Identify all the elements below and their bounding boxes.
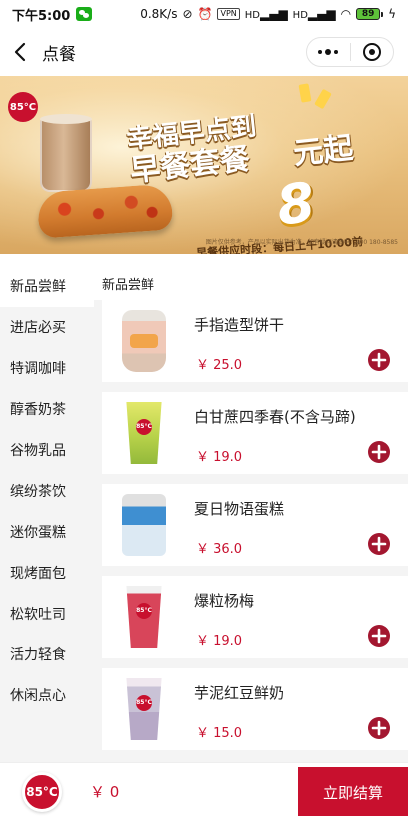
sidebar-item[interactable]: 特调咖啡 xyxy=(0,348,94,389)
more-dots-icon xyxy=(318,50,323,54)
product-image: 85°C xyxy=(126,402,162,464)
product-price: ￥ 19.0 xyxy=(196,450,243,465)
coffee-cup-image xyxy=(40,114,92,192)
banner-note: 图片仅供参考，产品以实际出货为准，如有疑问请致电：400 180-8585 xyxy=(205,239,398,246)
plus-circle-icon xyxy=(368,441,390,463)
plus-circle-icon xyxy=(368,533,390,555)
product-price: ￥ 25.0 xyxy=(196,358,243,373)
plus-circle-icon xyxy=(368,349,390,371)
sidebar-item[interactable]: 迷你蛋糕 xyxy=(0,511,94,552)
brand-logo: 85°C xyxy=(8,92,38,122)
banner-headline-suffix: 元起 xyxy=(291,130,355,172)
cup-logo: 85°C xyxy=(136,418,152,435)
banner-big-number: 8 xyxy=(272,170,319,238)
product-name: 手指造型饼干 xyxy=(194,316,285,334)
category-sidebar: 新品尝鲜 进店必买 特调咖啡 醇香奶茶 谷物乳品 缤纷茶饮 迷你蛋糕 现烤面包 松软吐司 活力轻食… xyxy=(0,266,94,762)
battery-level: 89 xyxy=(356,8,381,20)
product-name: 芋泥红豆鲜奶 xyxy=(194,684,285,702)
product-card[interactable]: 85°C 芋泥红豆鲜奶 ￥ 15.0 xyxy=(102,668,408,750)
signal-icon-2: HD▂▄▆ xyxy=(292,7,336,21)
product-price: ￥ 36.0 xyxy=(196,542,243,557)
signal-icon: HD▂▄▆ xyxy=(244,7,288,21)
product-card[interactable]: 85°C 爆粒杨梅 ￥ 19.0 xyxy=(102,576,408,658)
product-image: 85°C xyxy=(126,678,162,740)
status-left: 下午5:00 xyxy=(12,5,93,24)
sidebar-item[interactable]: 醇香奶茶 xyxy=(0,389,94,430)
page-title: 点餐 xyxy=(42,44,76,65)
cup-logo: 85°C xyxy=(136,602,152,619)
product-price: ￥ 19.0 xyxy=(196,634,243,649)
cart-total: ￥ 0 xyxy=(90,783,120,801)
alarm-off-icon: ⊘ xyxy=(182,7,193,21)
plus-circle-icon xyxy=(368,625,390,647)
product-image xyxy=(122,310,166,372)
chevron-left-icon xyxy=(14,42,26,62)
sidebar-item[interactable]: 进店必买 xyxy=(0,307,94,348)
product-image xyxy=(122,494,166,556)
checkout-button[interactable]: 立即结算 xyxy=(298,767,408,816)
cup-logo: 85°C xyxy=(136,694,152,711)
sidebar-item[interactable]: 休闲点心 xyxy=(0,675,94,716)
section-title: 新品尝鲜 xyxy=(94,266,408,300)
pizza-bread-image xyxy=(36,183,174,239)
nav-bar: 点餐 xyxy=(0,28,408,76)
status-bar: 下午5:00 0.8K/s ⊘ ⏰ VPN HD▂▄▆ HD▂▄▆ ◠ 89 ϟ xyxy=(0,0,408,28)
product-list[interactable]: 新品尝鲜 手指造型饼干 ￥ 25.0 85°C 白甘蔗四季春(不含马蹄) ￥ 19.0 夏… xyxy=(94,266,408,762)
more-button[interactable] xyxy=(307,49,350,55)
close-button[interactable] xyxy=(351,43,394,61)
charging-icon: ϟ xyxy=(388,7,396,21)
back-button[interactable] xyxy=(0,28,40,76)
product-name: 白甘蔗四季春(不含马蹄) xyxy=(194,408,356,426)
add-to-cart-button[interactable] xyxy=(368,717,390,739)
alarm-clock-icon: ⏰ xyxy=(197,7,213,21)
sidebar-item[interactable]: 谷物乳品 xyxy=(0,430,94,471)
menu-content: 新品尝鲜 进店必买 特调咖啡 醇香奶茶 谷物乳品 缤纷茶饮 迷你蛋糕 现烤面包 松软吐司 活力轻食… xyxy=(0,266,408,762)
net-speed: 0.8K/s xyxy=(140,7,178,21)
wechat-icon xyxy=(76,7,93,21)
wifi-icon: ◠ xyxy=(340,7,352,21)
sidebar-item[interactable]: 新品尝鲜 xyxy=(0,266,94,307)
product-card[interactable]: 85°C 白甘蔗四季春(不含马蹄) ￥ 19.0 xyxy=(102,392,408,474)
promo-banner[interactable]: 85°C 幸福早点到 早餐套餐 元起 8 早餐供应时段：每日上午10:00前 图片… xyxy=(0,76,408,254)
product-card[interactable]: 手指造型饼干 ￥ 25.0 xyxy=(102,300,408,382)
sidebar-item[interactable]: 缤纷茶饮 xyxy=(0,470,94,511)
product-name: 爆粒杨梅 xyxy=(194,592,255,610)
sidebar-item[interactable]: 现烤面包 xyxy=(0,552,94,593)
status-right: 0.8K/s ⊘ ⏰ VPN HD▂▄▆ HD▂▄▆ ◠ 89 ϟ xyxy=(140,7,396,21)
add-to-cart-button[interactable] xyxy=(368,349,390,371)
add-to-cart-button[interactable] xyxy=(368,441,390,463)
status-time: 下午5:00 xyxy=(12,8,71,24)
cart-bar: 85°C ￥ 0 立即结算 xyxy=(0,762,408,816)
cart-button[interactable]: 85°C xyxy=(22,772,62,812)
vpn-icon: VPN xyxy=(217,8,240,20)
sidebar-item[interactable]: 活力轻食 xyxy=(0,634,94,675)
sidebar-item[interactable]: 松软吐司 xyxy=(0,593,94,634)
product-name: 夏日物语蛋糕 xyxy=(194,500,285,518)
add-to-cart-button[interactable] xyxy=(368,533,390,555)
product-price: ￥ 15.0 xyxy=(196,726,243,741)
product-card[interactable]: 夏日物语蛋糕 ￥ 36.0 xyxy=(102,484,408,566)
mini-program-capsule xyxy=(306,37,394,67)
plus-circle-icon xyxy=(368,717,390,739)
add-to-cart-button[interactable] xyxy=(368,625,390,647)
product-image: 85°C xyxy=(126,586,162,648)
battery-icon: 89 xyxy=(356,8,384,20)
target-close-icon xyxy=(362,43,381,61)
